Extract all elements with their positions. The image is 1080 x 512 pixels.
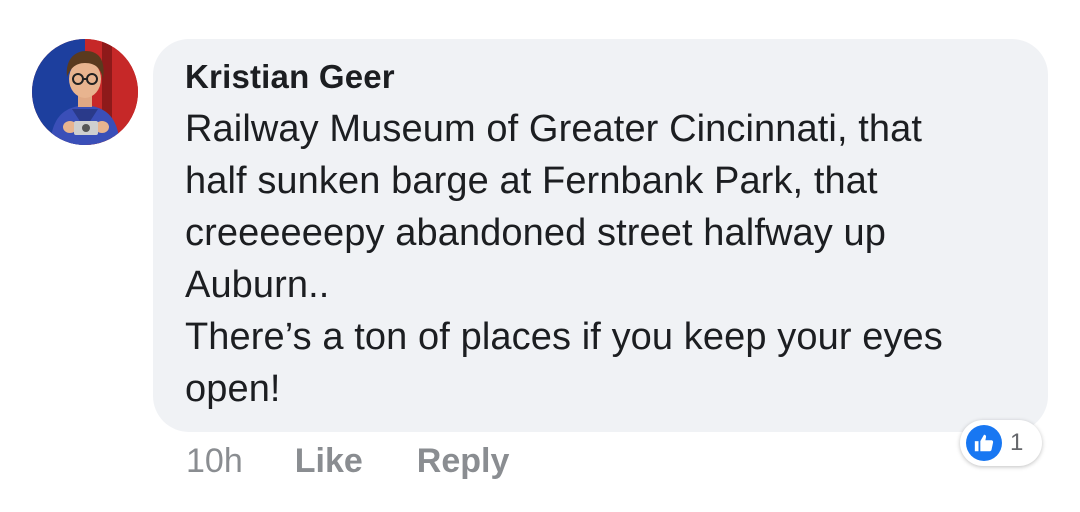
- comment-text-line: Auburn..: [185, 264, 330, 306]
- comment-text: Railway Museum of Greater Cincinnati, th…: [185, 103, 1016, 415]
- reaction-count: 1: [1010, 429, 1024, 456]
- thumbs-up-icon: [966, 425, 1002, 461]
- comment-text-line: open!: [185, 368, 281, 410]
- comment-actions: 10h Like Reply: [186, 436, 509, 486]
- comment-bubble: Kristian Geer Railway Museum of Greater …: [153, 39, 1048, 432]
- reaction-summary[interactable]: 1: [960, 420, 1042, 466]
- avatar-photo: [32, 39, 138, 145]
- reply-button[interactable]: Reply: [417, 442, 510, 481]
- comment-text-line: Railway Museum of Greater Cincinnati, th…: [185, 108, 923, 150]
- comment-text-line: There’s a ton of places if you keep your…: [185, 316, 943, 358]
- comment-timestamp[interactable]: 10h: [186, 442, 243, 481]
- avatar[interactable]: [32, 39, 138, 145]
- previous-reply-link-fragment: ▔▔: [440, 0, 530, 4]
- comment-text-line: creeeeeepy abandoned street halfway up: [185, 212, 886, 254]
- comment-author-name[interactable]: Kristian Geer: [185, 55, 1016, 99]
- like-button[interactable]: Like: [295, 442, 363, 481]
- comment-text-line: half sunken barge at Fernbank Park, that: [185, 160, 878, 202]
